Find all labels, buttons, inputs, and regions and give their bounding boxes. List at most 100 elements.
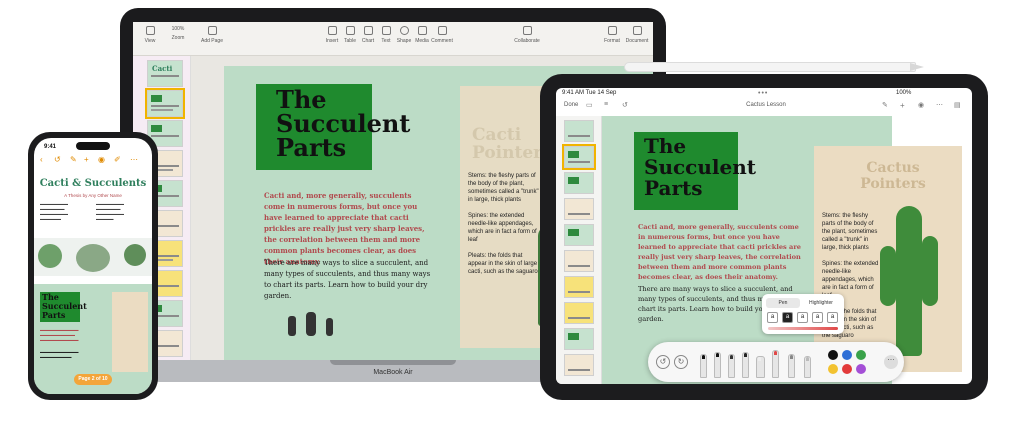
color-swatch-black[interactable] (828, 350, 838, 360)
pen-style-1[interactable]: a (767, 312, 778, 323)
cactus-3 (326, 318, 333, 336)
opacity-slider[interactable] (768, 327, 838, 330)
lasso-tool[interactable] (804, 356, 811, 378)
marker-tool[interactable] (728, 354, 735, 378)
macbook-label: MacBook Air (373, 369, 413, 376)
pen-style-5[interactable]: a (827, 312, 838, 323)
fountain-pen-tool[interactable] (742, 352, 749, 378)
zoom-button[interactable]: 100% Zoom (165, 26, 191, 41)
highlighter-tab[interactable]: Highlighter (804, 298, 838, 308)
apple-pencil-tip (910, 63, 924, 71)
chart-icon (363, 26, 373, 35)
color-swatch-yellow[interactable] (828, 364, 838, 374)
page-indicator-badge: Page 2 of 10 (74, 374, 112, 385)
ipad-thumbnail-10[interactable] (564, 354, 594, 376)
brush-icon[interactable]: ✐ (114, 155, 121, 164)
add-icon[interactable]: + (84, 155, 89, 164)
ipad-thumbnail-6[interactable] (564, 250, 594, 272)
iphone-document-page[interactable]: The Succulent Parts ▬▬▬▬▬▬▬▬▬▬▬ ▬▬▬▬▬▬▬▬▬… (34, 284, 152, 394)
ipad-thumbnail-9[interactable] (564, 328, 594, 350)
pen-tool[interactable] (700, 354, 707, 378)
list-icon[interactable]: ≡ (604, 101, 608, 108)
ipad-screen: 9:41 AM Tue 14 Sep ••• 100% Done ▭ ≡ ↺ C… (556, 88, 972, 384)
ipad-thumbnail-4[interactable] (564, 198, 594, 220)
pen-style-2[interactable]: a (782, 312, 793, 323)
dynamic-island (76, 142, 110, 150)
iphone-status-time: 9:41 (44, 144, 57, 150)
eraser-tool[interactable] (756, 356, 765, 378)
pencil-icon[interactable]: ✎ (882, 101, 888, 109)
table-icon (345, 26, 355, 35)
document-icon (632, 26, 642, 35)
pen-style-4[interactable]: a (812, 312, 823, 323)
shape-icon (399, 26, 409, 35)
crayon-tool[interactable] (772, 350, 779, 378)
more-icon[interactable]: ⋯ (936, 101, 943, 109)
media-icon (417, 26, 427, 35)
cactus-1 (288, 316, 296, 336)
undo-icon[interactable]: ↺ (622, 101, 628, 109)
pen-tab[interactable]: Pen (766, 298, 800, 308)
pen-style-3[interactable]: a (797, 312, 808, 323)
apple-pencil (624, 62, 916, 72)
ipad-thumbnail-3[interactable] (564, 172, 594, 194)
ipad-thumbnails-sidebar (556, 116, 602, 384)
fine-pen-tool[interactable] (714, 352, 721, 378)
color-swatch-blue[interactable] (842, 350, 852, 360)
zoom-value: 100% (171, 26, 185, 32)
palette-more-icon[interactable]: ⋯ (884, 355, 898, 369)
iphone-page-title: The Succulent Parts (42, 292, 87, 320)
ipad-thumbnail-1[interactable] (564, 120, 594, 142)
format-button[interactable]: Format (599, 26, 625, 44)
pages-toolbar: View 100% Zoom Add Page Insert Table Char… (133, 22, 653, 56)
pencil-icon[interactable]: ✎ (70, 155, 77, 164)
pointers-text: Stems: the fleshy parts of the body of t… (468, 173, 539, 275)
insert-icon (327, 26, 337, 35)
document-icon[interactable]: ▤ (954, 101, 961, 109)
iphone-doc-subtitle: A Thesis by Any Other Name (64, 193, 122, 198)
cactus-drawing (896, 206, 922, 356)
add-icon[interactable]: + (900, 101, 905, 110)
ipad-thumbnail-2[interactable] (562, 144, 596, 170)
ipad-status-time: 9:41 AM Tue 14 Sep (562, 90, 617, 96)
cacti-illustration (288, 312, 333, 336)
ipad-thumbnail-5[interactable] (564, 224, 594, 246)
collaborate-button[interactable]: Collaborate (511, 26, 543, 44)
ipad-intro-paragraph: Cacti and, more generally, succulents co… (638, 223, 801, 281)
color-swatch-red[interactable] (842, 364, 852, 374)
iphone-toolbar: ‹ ↺ ✎ + ◉ ✐ ⋯ (40, 155, 146, 167)
iphone-intro-lines: ▬▬▬▬▬▬▬▬▬▬▬ ▬▬▬▬▬▬▬▬▬▬ ▬▬▬▬▬▬▬▬▬▬▬ (40, 328, 79, 342)
ipad-thumbnail-8[interactable] (564, 302, 594, 324)
more-icon[interactable]: ⋯ (130, 155, 138, 164)
redo-drawing-icon[interactable]: ↻ (674, 355, 688, 369)
color-picker-wheel[interactable] (856, 364, 866, 374)
view-button[interactable]: View (137, 26, 163, 44)
document-button[interactable]: Document (623, 26, 651, 44)
done-button[interactable]: Done (564, 102, 578, 108)
ipad-page-title: The Succulent Parts (644, 134, 756, 200)
ipad-cactus-pointers-sidebar: Cactus Pointers Stems: the fleshy parts o… (814, 146, 962, 372)
view-icon (145, 26, 155, 35)
page-thumbnail-1[interactable]: Cacti (147, 60, 183, 87)
iphone-doc-title: Cacti & Succulents (39, 178, 147, 189)
comment-button[interactable]: Comment (429, 26, 455, 44)
ipad-thumbnail-7[interactable] (564, 276, 594, 298)
add-page-button[interactable]: Add Page (197, 26, 227, 44)
page-title: The Succulent Parts (276, 85, 411, 162)
color-swatch-green[interactable] (856, 350, 866, 360)
collaborate-icon[interactable]: ◉ (98, 155, 105, 164)
cactus-arm-right (922, 236, 938, 306)
undo-icon[interactable]: ↺ (54, 155, 61, 164)
page-thumbnail-2[interactable] (145, 88, 185, 119)
iphone-text-col-2: ▬▬▬▬▬▬▬▬ ▬▬▬▬▬▬▬ ▬▬▬▬▬▬▬▬ ▬▬▬▬▬ (96, 202, 124, 221)
sidebar-toggle-icon[interactable]: ▭ (586, 101, 593, 109)
multitasking-dots[interactable]: ••• (758, 90, 768, 97)
back-icon[interactable]: ‹ (40, 155, 43, 164)
pencil-tool[interactable] (788, 354, 795, 378)
collaborate-icon (522, 26, 532, 35)
collaborate-icon[interactable]: ◉ (918, 101, 924, 109)
comment-icon (437, 26, 447, 35)
document-title: Cactus Lesson (746, 102, 786, 108)
iphone-text-col-1: ▬▬▬▬▬▬▬▬ ▬▬▬▬▬▬▬ ▬▬▬▬▬▬▬▬ ▬▬▬▬▬▬ (40, 202, 68, 221)
undo-drawing-icon[interactable]: ↺ (656, 355, 670, 369)
